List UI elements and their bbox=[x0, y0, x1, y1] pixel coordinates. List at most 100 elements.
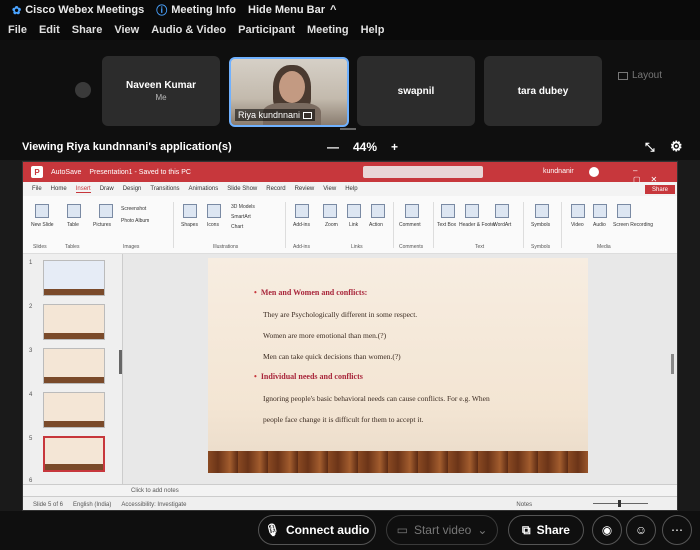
slide-thumb bbox=[43, 304, 105, 340]
ribbon-label: New Slide bbox=[31, 222, 54, 228]
slide-thumb bbox=[43, 260, 105, 296]
header-footer-icon bbox=[465, 204, 479, 218]
ribbon-label: Shapes bbox=[181, 222, 198, 228]
zoom-control: — 44% + bbox=[320, 140, 405, 154]
collapse-icon[interactable]: ⤡ bbox=[645, 140, 655, 155]
icons-icon bbox=[207, 204, 221, 218]
participant-name: Naveen Kumar bbox=[125, 80, 197, 91]
ribbon-separator bbox=[173, 202, 174, 248]
ppt-avatar bbox=[589, 167, 599, 177]
ribbon-label: Add-ins bbox=[293, 222, 310, 228]
menu-view[interactable]: View bbox=[114, 24, 139, 36]
screen-recording-icon bbox=[617, 204, 631, 218]
zoom-value: 44% bbox=[353, 140, 378, 154]
shared-screen: P AutoSave Presentation1 - Saved to this… bbox=[22, 161, 678, 511]
thumbnail-scrollbar bbox=[119, 350, 122, 374]
ribbon-label: SmartArt bbox=[231, 214, 251, 220]
ppt-tab: Help bbox=[345, 186, 358, 192]
menu-meeting[interactable]: Meeting bbox=[307, 24, 349, 36]
participant-tile-swapnil[interactable]: swapnil bbox=[357, 56, 475, 126]
status-notes: Notes bbox=[516, 501, 533, 508]
menu-bar: File Edit Share View Audio & Video Parti… bbox=[0, 20, 700, 40]
ppt-tab: Home bbox=[50, 186, 67, 192]
ribbon-separator bbox=[433, 202, 434, 248]
ribbon-label: Symbols bbox=[531, 222, 551, 228]
viewing-bar: Viewing Riya kundnnani's application(s) … bbox=[0, 132, 700, 160]
ribbon-group-label: Links bbox=[351, 244, 363, 250]
slide-number: 1 bbox=[29, 260, 33, 266]
video-camera-icon: ▭ bbox=[396, 523, 408, 537]
table-icon bbox=[67, 204, 81, 218]
ribbon-separator bbox=[393, 202, 394, 248]
ribbon-group-label: Media bbox=[597, 244, 611, 250]
settings-icon[interactable]: ⚙ bbox=[670, 138, 683, 155]
thumb-floor bbox=[44, 421, 104, 427]
ribbon-separator bbox=[561, 202, 562, 248]
participant-tile-naveen[interactable]: Naveen Kumar Me bbox=[102, 56, 220, 126]
slide-thumb bbox=[43, 392, 105, 428]
slide-thumb-active bbox=[43, 436, 105, 472]
zoom-out-button[interactable]: — bbox=[327, 140, 339, 154]
reactions-icon[interactable]: ☺ bbox=[626, 515, 656, 545]
action-icon bbox=[371, 204, 385, 218]
ribbon-label: Text Box bbox=[437, 222, 457, 228]
app-title: ✿ Cisco Webex Meetings bbox=[12, 4, 145, 17]
menu-audio-video[interactable]: Audio & Video bbox=[151, 24, 226, 36]
slide-thumb bbox=[43, 348, 105, 384]
ppt-tab: View bbox=[323, 186, 337, 192]
ribbon-group-label: Symbols bbox=[531, 244, 551, 250]
slide-scrollbar bbox=[671, 354, 674, 374]
menu-share[interactable]: Share bbox=[72, 24, 103, 36]
share-button[interactable]: ⧉ Share bbox=[508, 515, 584, 545]
slide-number: 5 bbox=[29, 436, 33, 442]
zoom-in-button[interactable]: + bbox=[391, 140, 398, 154]
meeting-info-button[interactable]: ⓘ Meeting Info bbox=[156, 2, 236, 18]
strip-drag-handle[interactable] bbox=[340, 128, 356, 130]
layout-button[interactable]: Layout bbox=[618, 70, 662, 81]
slide-thumbnails-panel: 1 2 3 4 5 6 bbox=[23, 254, 123, 484]
new-slide-icon bbox=[35, 204, 49, 218]
ppt-statusbar: Slide 5 of 6 English (India) Accessibili… bbox=[23, 496, 677, 510]
ppt-ribbon-tabs: File Home Insert Draw Design Transitions… bbox=[23, 182, 677, 196]
thumb-floor bbox=[44, 333, 104, 339]
ppt-zoom-knob bbox=[618, 500, 621, 507]
ribbon-label: Pictures bbox=[93, 222, 112, 228]
slide-line-1: They are Psychologically different in so… bbox=[263, 310, 418, 319]
bullet-icon: • bbox=[254, 372, 257, 381]
symbols-icon bbox=[535, 204, 549, 218]
ppt-workspace: 1 2 3 4 5 6 • Men and Women and conflicts… bbox=[23, 254, 677, 484]
microphone-icon: 🎙 bbox=[264, 523, 280, 537]
hide-menu-bar-button[interactable]: Hide Menu Bar ^ bbox=[248, 4, 336, 16]
share-screen-icon: ⧉ bbox=[522, 522, 531, 537]
ppt-search-box bbox=[363, 166, 483, 178]
record-icon[interactable]: ◉ bbox=[592, 515, 622, 545]
menu-file[interactable]: File bbox=[8, 24, 27, 36]
meeting-controls: 🎙 Connect audio ▭ Start video ⌄ ⧉ Share ◉ ☺ … bbox=[0, 511, 700, 550]
ribbon-separator bbox=[523, 202, 524, 248]
participant-tile-tara[interactable]: tara dubey bbox=[484, 56, 602, 126]
ppt-tab: Animations bbox=[188, 186, 219, 192]
connect-audio-button[interactable]: 🎙 Connect audio bbox=[258, 515, 376, 545]
ribbon-group-label: Slides bbox=[33, 244, 47, 250]
participant-name: tara dubey bbox=[517, 85, 569, 97]
status-language: English (India) bbox=[73, 501, 112, 508]
ppt-autosave: AutoSave bbox=[51, 168, 82, 176]
menu-participant[interactable]: Participant bbox=[238, 24, 295, 36]
more-options-icon[interactable]: ⋯ bbox=[662, 515, 692, 545]
menu-help[interactable]: Help bbox=[361, 24, 385, 36]
text-box-icon bbox=[441, 204, 455, 218]
ribbon-group-label: Images bbox=[123, 244, 140, 250]
ribbon-label: Zoom bbox=[325, 222, 338, 228]
participant-tile-riya[interactable]: Riya kundnnani bbox=[229, 57, 349, 127]
ribbon-group-label: Illustrations bbox=[213, 244, 239, 250]
ribbon-label: Table bbox=[67, 222, 79, 228]
ribbon-label: Link bbox=[349, 222, 359, 228]
status-slide: Slide 5 of 6 bbox=[33, 501, 64, 508]
start-video-button[interactable]: ▭ Start video ⌄ bbox=[386, 515, 498, 545]
slide-heading-1: • Men and Women and conflicts: bbox=[254, 288, 368, 297]
webex-logo-icon: ✿ bbox=[12, 4, 22, 17]
window-titlebar: ✿ Cisco Webex Meetings ⓘ Meeting Info Hide… bbox=[0, 0, 700, 20]
chevron-down-icon: ⌄ bbox=[477, 523, 488, 537]
ppt-tab: Design bbox=[122, 186, 142, 192]
menu-edit[interactable]: Edit bbox=[39, 24, 60, 36]
